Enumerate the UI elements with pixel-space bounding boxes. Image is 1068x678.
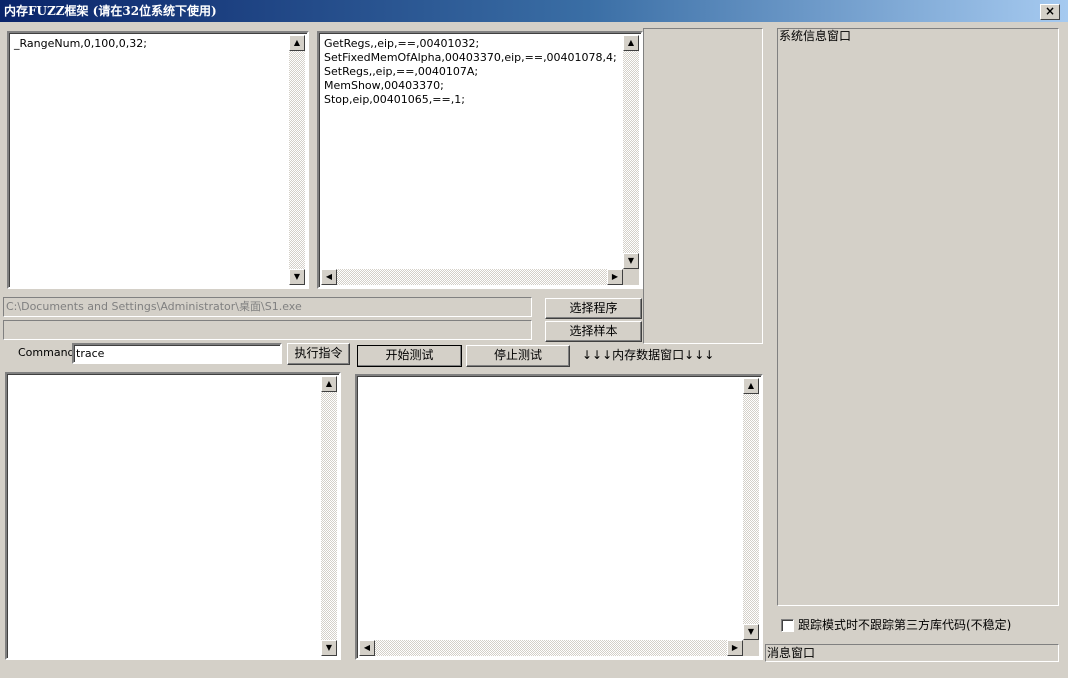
trace-vscroll[interactable]: ▲ ▼ (321, 376, 337, 656)
script-hscroll[interactable]: ◀ ▶ (321, 269, 623, 285)
checkbox-label: 跟踪模式时不跟踪第三方库代码(不稳定) (798, 618, 1012, 632)
script-vscroll[interactable]: ▲ ▼ (623, 35, 639, 269)
scroll-left-icon[interactable]: ◀ (359, 640, 375, 656)
program-path-text: C:\Documents and Settings\Administrator\… (6, 300, 302, 313)
skip-third-party-checkbox[interactable] (781, 619, 794, 632)
scroll-up-icon[interactable]: ▲ (743, 378, 759, 394)
scroll-down-icon[interactable]: ▼ (321, 640, 337, 656)
memory-vscroll[interactable]: ▲ ▼ (743, 378, 759, 640)
start-test-button[interactable]: 开始测试 (357, 345, 462, 367)
script-text: GetRegs,,eip,==,00401032; SetFixedMemOfA… (324, 37, 617, 106)
command-label: Command (18, 346, 75, 359)
scroll-left-icon[interactable]: ◀ (321, 269, 337, 285)
scroll-down-icon[interactable]: ▼ (743, 624, 759, 640)
scroll-up-icon[interactable]: ▲ (289, 35, 305, 51)
stop-test-button[interactable]: 停止测试 (466, 345, 570, 367)
message-label: 消息窗口 (767, 646, 816, 660)
memory-data-textarea[interactable]: ▲ ▼ ◀ ▶ (355, 374, 763, 660)
side-panel (643, 28, 763, 344)
window-title: 内存FUZZ框架 (请在32位系统下使用) (4, 4, 217, 18)
scroll-right-icon[interactable]: ▶ (607, 269, 623, 285)
scroll-up-icon[interactable]: ▲ (321, 376, 337, 392)
memory-window-label: ↓↓↓内存数据窗口↓↓↓ (582, 348, 715, 362)
program-path-field[interactable]: C:\Documents and Settings\Administrator\… (3, 297, 532, 317)
sample-path-field[interactable] (3, 320, 532, 340)
memory-hscroll[interactable]: ◀ ▶ (359, 640, 743, 656)
scroll-down-icon[interactable]: ▼ (289, 269, 305, 285)
scroll-down-icon[interactable]: ▼ (623, 253, 639, 269)
sysinfo-label: 系统信息窗口 (779, 29, 852, 43)
script-textarea[interactable]: GetRegs,,eip,==,00401032; SetFixedMemOfA… (317, 31, 643, 289)
exec-command-button[interactable]: 执行指令 (287, 343, 350, 365)
close-button[interactable]: × (1040, 4, 1060, 20)
select-program-button[interactable]: 选择程序 (545, 298, 642, 319)
sysinfo-panel: 系统信息窗口 (777, 28, 1059, 606)
config-textarea[interactable]: _RangeNum,0,100,0,32; ▲ ▼ (7, 31, 309, 289)
scroll-up-icon[interactable]: ▲ (623, 35, 639, 51)
message-panel: 消息窗口 (765, 644, 1059, 662)
trace-output-textarea[interactable]: ▲ ▼ (5, 372, 341, 660)
scroll-corner (743, 640, 759, 656)
title-bar: 内存FUZZ框架 (请在32位系统下使用) (0, 0, 1068, 22)
command-value: trace (76, 347, 105, 360)
config-text: _RangeNum,0,100,0,32; (14, 37, 147, 50)
config-vscroll[interactable]: ▲ ▼ (289, 35, 305, 285)
command-input[interactable]: trace (72, 343, 282, 364)
select-sample-button[interactable]: 选择样本 (545, 321, 642, 342)
scroll-right-icon[interactable]: ▶ (727, 640, 743, 656)
scroll-corner (623, 269, 639, 285)
